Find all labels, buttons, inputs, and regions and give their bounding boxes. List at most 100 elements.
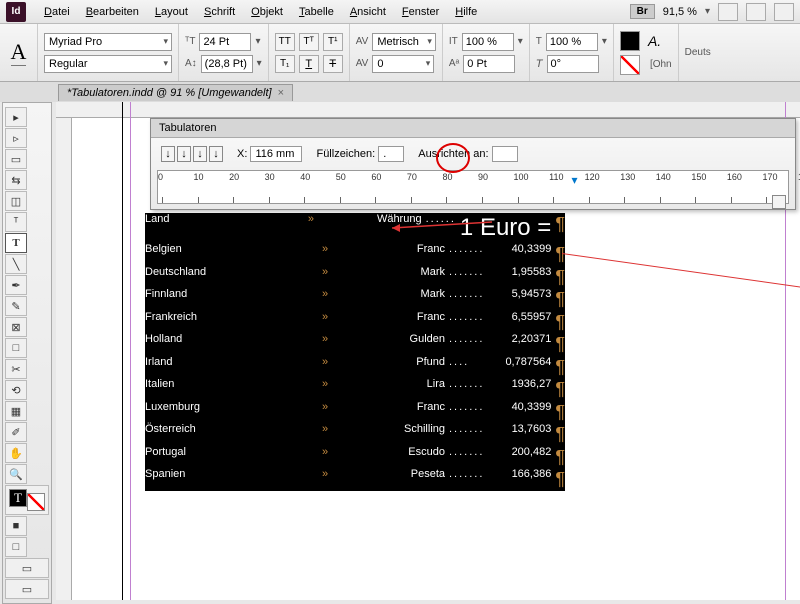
leading-icon: A↕ xyxy=(185,58,197,69)
tracking-select[interactable]: 0 xyxy=(372,55,434,73)
gradient-tool[interactable]: ▦ xyxy=(5,401,27,421)
vscale-icon: IT xyxy=(449,36,458,47)
baseline-icon: Aᵃ xyxy=(449,58,459,69)
table-row: Luxemburg»Franc.......40,3399¶ xyxy=(145,401,565,424)
apply-color-tool[interactable]: ■ xyxy=(5,516,27,536)
menu-datei[interactable]: Datei xyxy=(36,6,78,18)
font-family-select[interactable]: Myriad Pro xyxy=(44,33,172,51)
rect-frame-tool[interactable]: ⊠ xyxy=(5,317,27,337)
fill-label: Füllzeichen: xyxy=(316,148,375,160)
allcaps-button[interactable]: TT xyxy=(275,33,295,51)
page-tool[interactable]: ▭ xyxy=(5,149,27,169)
menu-layout[interactable]: Layout xyxy=(147,6,196,18)
tab-left-icon[interactable]: ↓ xyxy=(161,146,175,162)
text-frame[interactable]: Land»Währung......1 Euro =¶Belgien»Franc… xyxy=(145,213,565,491)
fill-stroke-tool[interactable]: T xyxy=(5,485,49,515)
arrange-icon[interactable] xyxy=(774,3,794,21)
menu-schrift[interactable]: Schrift xyxy=(196,6,243,18)
transform-tool[interactable]: ⟲ xyxy=(5,380,27,400)
kerning-select[interactable]: Metrisch xyxy=(372,33,436,51)
table-row: Italien»Lira.......1936,27¶ xyxy=(145,378,565,401)
menu-tabelle[interactable]: Tabelle xyxy=(291,6,342,18)
menu-fenster[interactable]: Fenster xyxy=(394,6,447,18)
menubar: Id DateiBearbeitenLayoutSchriftObjektTab… xyxy=(0,0,800,24)
table-row: Frankreich»Franc.......6,55957¶ xyxy=(145,311,565,334)
tab-right-icon[interactable]: ↓ xyxy=(193,146,207,162)
zoom-field[interactable]: 91,5 % xyxy=(663,6,697,18)
kerning-icon: AV xyxy=(356,36,369,47)
vertical-ruler xyxy=(56,118,72,600)
language-field[interactable]: Deuts xyxy=(685,47,711,58)
close-icon[interactable]: × xyxy=(278,87,284,99)
font-size-field[interactable]: 24 Pt xyxy=(199,33,251,51)
apply-none-tool[interactable]: □ xyxy=(5,537,27,557)
document-tab[interactable]: *Tabulatoren.indd @ 91 % [Umgewandelt]× xyxy=(58,84,293,101)
type-on-path-tool[interactable]: ᵀ xyxy=(5,212,27,232)
x-label: X: xyxy=(237,148,247,160)
table-row: Finnland»Mark.......5,94573¶ xyxy=(145,288,565,311)
menu-objekt[interactable]: Objekt xyxy=(243,6,291,18)
tab-x-input[interactable] xyxy=(250,146,302,162)
leading-field[interactable]: (28,8 Pt) xyxy=(201,55,253,73)
selection-tool[interactable]: ▸ xyxy=(5,107,27,127)
table-row: Deutschland»Mark.......1,95583¶ xyxy=(145,266,565,289)
direct-select-tool[interactable]: ▹ xyxy=(5,128,27,148)
hscale-icon: T xyxy=(536,36,542,47)
hscale-field[interactable]: 100 % xyxy=(546,33,598,51)
view-mode-preview[interactable]: ▭ xyxy=(5,579,49,599)
scissors-tool[interactable]: ✂ xyxy=(5,359,27,379)
pencil-tool[interactable]: ✎ xyxy=(5,296,27,316)
tab-center-icon[interactable]: ↓ xyxy=(177,146,191,162)
subscript-button[interactable]: T₁ xyxy=(275,55,295,73)
toolbox: ▸ ▹ ▭ ⇆ ◫ ᵀ T ╲ ✒ ✎ ⊠ □ ✂ ⟲ ▦ ✐ ✋ 🔍 T ■ … xyxy=(2,102,52,604)
lang-label: [Ohn xyxy=(650,59,672,70)
align-char-input[interactable] xyxy=(492,146,518,162)
tabs-panel-title: Tabulatoren xyxy=(151,119,795,138)
gap-tool[interactable]: ⇆ xyxy=(5,170,27,190)
table-row: Belgien»Franc.......40,3399¶ xyxy=(145,243,565,266)
tab-decimal-icon[interactable]: ↓ xyxy=(209,146,223,162)
view-mode-normal[interactable]: ▭ xyxy=(5,558,49,578)
fill-swatch[interactable] xyxy=(620,31,640,51)
char-mode-icon[interactable]: A xyxy=(0,24,38,81)
strike-button[interactable]: T xyxy=(323,55,343,73)
content-tool[interactable]: ◫ xyxy=(5,191,27,211)
eyedropper-tool[interactable]: ✐ xyxy=(5,422,27,442)
magnet-icon[interactable] xyxy=(772,195,786,209)
tab-type-buttons[interactable]: ↓ ↓ ↓ ↓ xyxy=(161,146,223,162)
tabs-panel: Tabulatoren ↓ ↓ ↓ ↓ X: Füllzeichen: Ausr… xyxy=(150,118,796,210)
zoom-tool[interactable]: 🔍 xyxy=(5,464,27,484)
skew-field[interactable]: 0° xyxy=(547,55,599,73)
bridge-button[interactable]: Br xyxy=(630,4,655,19)
line-tool[interactable]: ╲ xyxy=(5,254,27,274)
skew-icon: T xyxy=(536,58,543,70)
tabs-ruler[interactable]: 0102030405060708090100110120130140150160… xyxy=(157,170,789,204)
baseline-field[interactable]: 0 Pt xyxy=(463,55,515,73)
screen-mode-icon[interactable] xyxy=(746,3,766,21)
control-bar: A Myriad Pro Regular ᵀT24 Pt▾ A↕(28,8 Pt… xyxy=(0,24,800,82)
tab-stop-marker[interactable]: ▾ xyxy=(571,173,577,187)
pen-tool[interactable]: ✒ xyxy=(5,275,27,295)
stroke-swatch[interactable] xyxy=(620,55,640,75)
document-area: Tabulatoren ↓ ↓ ↓ ↓ X: Füllzeichen: Ausr… xyxy=(56,102,800,600)
app-icon: Id xyxy=(6,2,26,22)
font-style-select[interactable]: Regular xyxy=(44,55,172,73)
menu-hilfe[interactable]: Hilfe xyxy=(447,6,485,18)
view-mode-icon[interactable] xyxy=(718,3,738,21)
fill-char-input[interactable] xyxy=(378,146,404,162)
table-row: Holland»Gulden.......2,20371¶ xyxy=(145,333,565,356)
menu-bearbeiten[interactable]: Bearbeiten xyxy=(78,6,147,18)
rect-tool[interactable]: □ xyxy=(5,338,27,358)
table-row: Österreich»Schilling.......13,7603¶ xyxy=(145,423,565,446)
table-row: Irland»Pfund....0,787564¶ xyxy=(145,356,565,379)
table-row: Portugal»Escudo.......200,482¶ xyxy=(145,446,565,469)
type-tool[interactable]: T xyxy=(5,233,27,253)
hand-tool[interactable]: ✋ xyxy=(5,443,27,463)
smallcaps-button[interactable]: Tᵀ xyxy=(299,33,319,51)
underline-button[interactable]: T xyxy=(299,55,319,73)
vscale-field[interactable]: 100 % xyxy=(462,33,514,51)
size-icon: ᵀT xyxy=(185,36,195,47)
align-label: Ausrichten an: xyxy=(418,148,488,160)
superscript-button[interactable]: T¹ xyxy=(323,33,343,51)
menu-ansicht[interactable]: Ansicht xyxy=(342,6,394,18)
